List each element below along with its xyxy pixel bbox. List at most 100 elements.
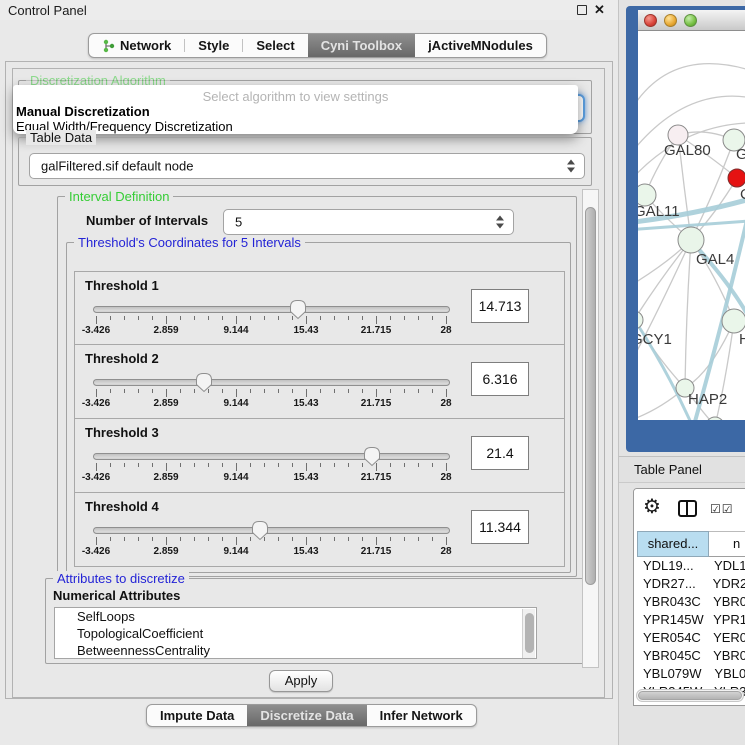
tab-jactivemnodules[interactable]: jActiveMNodules [415,34,546,57]
slider-thumb[interactable] [289,299,307,320]
slider-track[interactable] [93,527,450,534]
close-traffic-light[interactable] [644,14,657,27]
number-of-intervals-combobox[interactable]: 5 [223,209,514,235]
node-label: H [739,331,745,348]
gear-icon[interactable]: ⚙ [643,496,661,518]
zoom-traffic-light[interactable] [684,14,697,27]
table-row[interactable]: YBR043CYBR0 [637,593,745,611]
slider-track[interactable] [93,306,450,313]
slider-tick [208,463,209,467]
node-gcy1[interactable] [638,311,643,329]
slider-tick [250,389,251,393]
slider-tick [180,389,181,393]
slider-track[interactable] [93,379,450,386]
tab-infer-network[interactable]: Infer Network [367,705,476,726]
slider-tick [110,537,111,541]
table-row[interactable]: YER054CYER0 [637,629,745,647]
network-icon [102,39,115,53]
table-horizontal-scrollbar[interactable] [636,689,744,702]
slider-tick-label: 21.715 [361,398,392,409]
slider-tick [124,389,125,393]
slider-tick [194,463,195,467]
cell-name: YDR2 [705,575,745,593]
threshold-value-field[interactable]: 21.4 [471,436,529,470]
slider-tick-label: 2.859 [153,398,178,409]
node-label: HAP2 [688,391,727,408]
threshold-value-field[interactable]: 6.316 [471,362,529,396]
tab-network[interactable]: Network [89,34,184,57]
network-edge[interactable] [638,240,691,320]
table-row[interactable]: YBL079WYBL0 [637,665,745,683]
slider-tick-label: 2.859 [153,325,178,336]
threshold-value-field[interactable]: 11.344 [471,510,529,544]
column-header-shared-name[interactable]: shared... [637,531,709,557]
tab-discretize-data[interactable]: Discretize Data [247,705,366,726]
slider-track[interactable] [93,453,450,460]
table-data-combobox[interactable]: galFiltered.sif default node [29,153,585,179]
node-label: GCY1 [638,331,672,348]
slider-thumb[interactable] [363,446,381,467]
slider-tick-label: 9.144 [223,325,248,336]
network-edge[interactable] [685,240,691,388]
panel-scrollbar[interactable] [582,189,599,668]
table-row[interactable]: YDR27...YDR2 [637,575,745,593]
slider-tick [222,463,223,467]
slider-tick [418,463,419,467]
thresholds-coordinates-label: Threshold's Coordinates for 5 Intervals [74,235,305,250]
network-edge[interactable] [638,64,745,115]
threshold-value-field[interactable]: 14.713 [471,289,529,323]
slider-tick [376,389,377,397]
network-window-titlebar [638,10,745,31]
node-gal4[interactable] [678,227,704,253]
node-red[interactable] [728,169,745,187]
slider-tick [124,316,125,320]
table-row[interactable]: YDL19...YDL1 [637,557,745,575]
scrollbar-thumb[interactable] [525,613,534,653]
tab-impute-data[interactable]: Impute Data [147,705,247,726]
slider-tick [278,537,279,541]
threshold-label: Threshold 3 [85,425,159,440]
table-panel-card: ⚙ ☑☑ shared... n YDL19...YDL1YDR27...YDR… [633,488,745,706]
slider-tick [418,537,419,541]
list-scrollbar[interactable] [522,609,535,659]
float-window-icon[interactable] [577,5,587,15]
scrollbar-thumb[interactable] [585,207,596,585]
slider-tick [334,389,335,393]
slider-tick [362,316,363,320]
slider-tick [236,316,237,324]
attribute-list-item[interactable]: BetweennessCentrality [55,642,536,659]
split-columns-icon[interactable] [678,500,697,517]
algorithm-hint-option[interactable]: Select algorithm to view settings [13,89,578,104]
slider-tick [292,463,293,467]
tab-style[interactable]: Style [185,34,242,57]
slider-tick-label: 2.859 [153,472,178,483]
slider-tick-label: 28 [440,546,451,557]
slider-tick [96,537,97,545]
slider-tick [250,463,251,467]
slider-thumb[interactable] [251,520,269,541]
minimize-traffic-light[interactable] [664,14,677,27]
column-header-name[interactable]: n [709,531,745,557]
tab-select[interactable]: Select [243,34,307,57]
apply-button[interactable]: Apply [269,670,333,692]
scrollbar-thumb[interactable] [638,691,742,700]
slider-tick [138,537,139,541]
table-row[interactable]: YBR045CYBR0 [637,647,745,665]
network-canvas[interactable]: GAL80GCGAL11GAL4GCY1HHAP2 [638,31,745,420]
slider-tick-label: 15.43 [293,472,318,483]
slider-tick [124,463,125,467]
numerical-attributes-list[interactable]: SelfLoopsTopologicalCoefficientBetweenne… [54,607,537,659]
close-icon[interactable]: ✕ [594,2,605,18]
slider-tick-label: 15.43 [293,398,318,409]
tab-cyni-toolbox[interactable]: Cyni Toolbox [308,34,415,57]
slider-thumb[interactable] [195,372,213,393]
algorithm-option-manual[interactable]: Manual Discretization [16,104,150,119]
attribute-list-item[interactable]: SelfLoops [55,608,536,625]
table-row[interactable]: YPR145WYPR1 [637,611,745,629]
slider-tick [180,316,181,320]
column-checkboxes-icon[interactable]: ☑☑ [710,502,734,516]
node-right-mid[interactable] [722,309,745,333]
cell-name: YER0 [705,629,745,647]
slider-tick [152,537,153,541]
attribute-list-item[interactable]: TopologicalCoefficient [55,625,536,642]
